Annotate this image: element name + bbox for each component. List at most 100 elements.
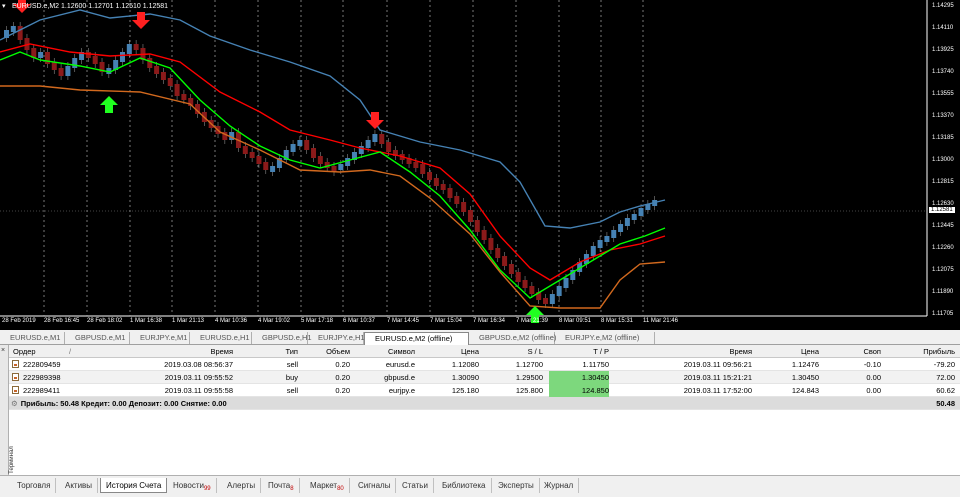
table-row[interactable]: 222989411 2019.03.11 09:55:58 sell 0.20 eurj… (9, 384, 960, 397)
chart-symbol-info: EURUSD.e,M2 1.12600 1.12701 1.12510 1.12… (12, 3, 169, 10)
candle-body (467, 210, 473, 222)
candle-body (433, 178, 439, 186)
stop-loss: 125.800 (515, 386, 543, 395)
buy-arrow-icon (100, 96, 118, 113)
chart-tab[interactable]: GBPUSD.e,M1 (65, 332, 130, 344)
chart-tab[interactable]: EURUSD.e,H1 (190, 332, 252, 344)
candle-body (311, 148, 317, 158)
table-row[interactable]: 222989398 2019.03.11 09:55:52 buy 0.20 gbpus… (9, 371, 960, 384)
terminal-tab[interactable]: Алерты (222, 478, 262, 493)
chart-tab[interactable]: EURJPY.e,M1 (130, 332, 190, 344)
candle-body (263, 162, 269, 170)
terminal-tab-label: История Счета (106, 481, 162, 490)
price-tick: 1.13925 (932, 47, 954, 53)
col-sl[interactable]: S / L (489, 345, 543, 358)
candle-body (590, 246, 596, 256)
terminal-tab[interactable]: Эксперты (493, 478, 540, 493)
chart-tab[interactable]: GBPUSD.e,H1 (252, 332, 312, 344)
current-price-label: 1.12581 (929, 207, 955, 213)
lower-band-line (0, 85, 666, 309)
sort-icon[interactable]: / (69, 345, 71, 358)
time-tick: 8 Mar 09:51 (559, 318, 592, 324)
candle-body (529, 286, 535, 294)
col-open-price[interactable]: Цена (419, 345, 479, 358)
candle-body (549, 294, 555, 304)
time-tick: 28 Feb 16:45 (44, 318, 80, 324)
candle-body (58, 68, 64, 76)
chart-tab[interactable]: GBPUSD.e,M2 (offline) (469, 332, 556, 344)
price-tick: 1.13370 (932, 113, 954, 119)
take-profit: 1.30450 (549, 371, 609, 384)
order-number: 222989411 (23, 386, 60, 395)
candle-body (242, 146, 248, 154)
col-tp[interactable]: T / P (549, 345, 609, 358)
open-time: 2019.03.11 09:55:52 (164, 373, 233, 382)
terminal-tab[interactable]: Торговля (12, 478, 57, 493)
close-price: 1.30450 (791, 373, 819, 382)
terminal-tab[interactable]: История Счета (100, 478, 168, 493)
price-tick: 1.11705 (932, 311, 954, 317)
candle-body (454, 196, 460, 204)
open-time: 2019.03.11 09:55:58 (164, 386, 233, 395)
chart-tab[interactable]: EURJPY.e,H1 (308, 332, 365, 344)
time-tick: 7 Mar 16:34 (473, 318, 506, 324)
time-tick: 7 Mar 21:39 (516, 318, 549, 324)
candle-body (481, 230, 487, 240)
candle-body (290, 144, 296, 152)
chart-tab[interactable]: EURUSD.e,M2 (offline) (364, 332, 469, 345)
gear-icon: ⚙ (11, 399, 18, 408)
table-row[interactable]: 222809459 2019.03.08 08:56:37 sell 0.20 euru… (9, 358, 960, 371)
price-tick: 1.13740 (932, 69, 954, 75)
col-symbol[interactable]: Символ (351, 345, 415, 358)
terminal-tab-bar: Торговля Активы История Счета Новости99 Алер… (0, 475, 960, 494)
summary-row[interactable]: ⚙ Прибыль: 50.48 Кредит: 0.00 Депозит: 0.… (9, 397, 960, 410)
candle-body (270, 166, 276, 172)
col-open-time[interactable]: Время (129, 345, 233, 358)
terminal-tab[interactable]: Библиотека (437, 478, 492, 493)
candle-body (133, 44, 139, 50)
col-close-price[interactable]: Цена (759, 345, 819, 358)
col-volume[interactable]: Объем (299, 345, 350, 358)
candle-body (338, 164, 344, 170)
terminal-tab[interactable]: Журнал (539, 478, 580, 493)
chart-menu-icon[interactable]: ▾ (2, 3, 10, 11)
terminal-tab-label: Сигналы (358, 481, 391, 490)
candle-body (160, 72, 166, 80)
terminal-tab[interactable]: Статьи (397, 478, 434, 493)
price-chart[interactable]: ▾ EURUSD.e,M2 1.12600 1.12701 1.12510 1.… (0, 0, 960, 330)
doc-icon-wrap (12, 358, 21, 371)
terminal-tab[interactable]: Маркет80 (305, 478, 350, 493)
time-tick: 1 Mar 16:38 (130, 318, 163, 324)
candle-body (522, 280, 528, 288)
document-icon (12, 360, 19, 368)
col-type[interactable]: Тип (249, 345, 298, 358)
candle-body (386, 142, 392, 152)
terminal-tab-label: Активы (65, 481, 93, 490)
price-tick: 1.14295 (932, 3, 954, 9)
candle-body (17, 26, 23, 40)
close-icon[interactable]: × (1, 347, 5, 354)
open-time: 2019.03.08 08:56:37 (164, 360, 233, 369)
terminal-tab-label: Эксперты (498, 481, 534, 490)
terminal-tab[interactable]: Новости99 (168, 478, 217, 493)
candle-body (85, 52, 91, 58)
candle-body (72, 58, 78, 68)
summary-text: ⚙ Прибыль: 50.48 Кредит: 0.00 Депозит: 0.… (11, 399, 227, 408)
price-tick: 1.13185 (932, 135, 954, 141)
col-profit[interactable]: Прибыль (889, 345, 955, 358)
col-order[interactable]: Ордер (13, 345, 36, 358)
terminal-tab-label: Алерты (227, 481, 256, 490)
chart-tab[interactable]: EURUSD.e,M1 (0, 332, 65, 344)
terminal-tab[interactable]: Почта8 (263, 478, 300, 493)
order-symbol: gbpusd.e (384, 373, 415, 382)
chart-canvas[interactable] (0, 0, 960, 330)
swap: 0.00 (866, 386, 881, 395)
col-close-time[interactable]: Время (649, 345, 752, 358)
col-swap[interactable]: Своп (829, 345, 881, 358)
terminal-tab[interactable]: Сигналы (353, 478, 397, 493)
chart-tab[interactable]: EURJPY.e,M2 (offline) (555, 332, 655, 344)
terminal-tab[interactable]: Активы (60, 478, 99, 493)
candle-body (379, 134, 385, 144)
history-table: Ордер / Время Тип Объем Символ Цена S / … (9, 345, 960, 410)
candle-body (508, 264, 514, 274)
